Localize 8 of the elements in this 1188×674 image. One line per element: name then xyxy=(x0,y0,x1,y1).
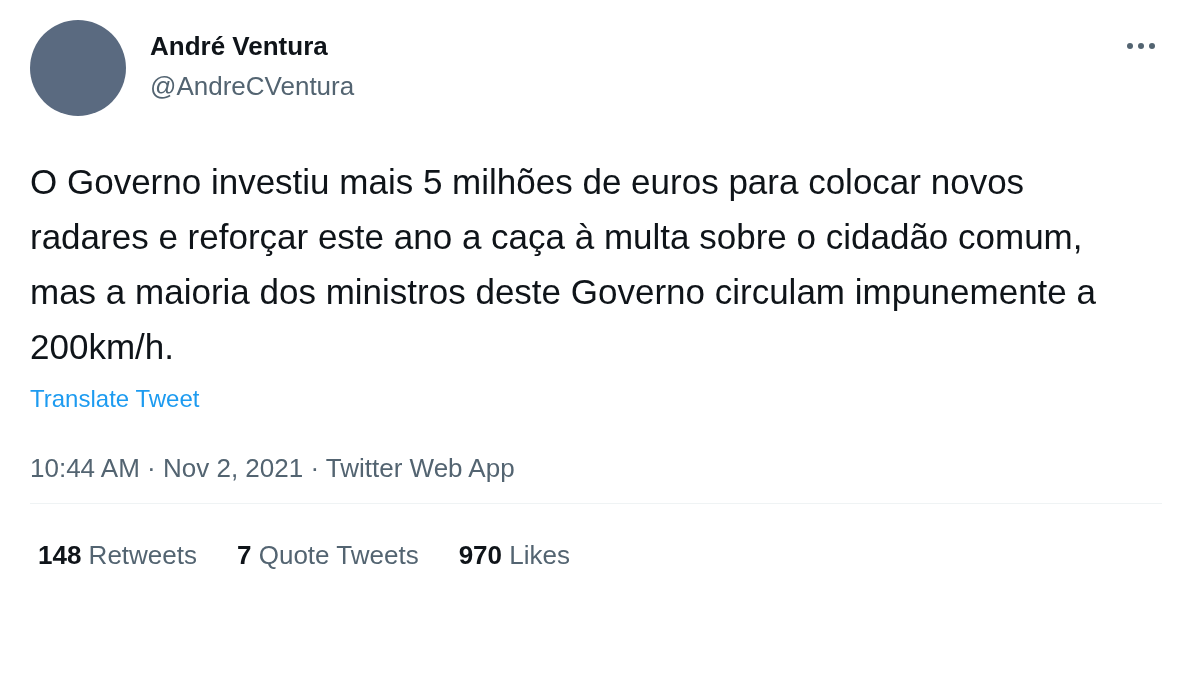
stat-link[interactable]: 7 Quote Tweets xyxy=(237,538,419,572)
author-name[interactable]: André Ventura xyxy=(150,29,355,63)
author-handle[interactable]: @AndreCVentura xyxy=(150,69,355,103)
tweet-text: O Governo investiu mais 5 milhões de euros para colocar novos radares e reforçar este ano a caça à multa sobre o cidadão comum, mas a maioria dos ministros deste Governo circulam impunemente a 200km/h. xyxy=(30,161,1097,368)
stat-link[interactable]: 970 Likes xyxy=(458,538,570,572)
tweet-timestamp: 10:44 AM · Nov 2, 2021 · Twitter Web App xyxy=(30,453,515,483)
stat-link[interactable]: 148 Retweets xyxy=(38,538,197,572)
more-options-icon[interactable] xyxy=(1126,42,1156,50)
